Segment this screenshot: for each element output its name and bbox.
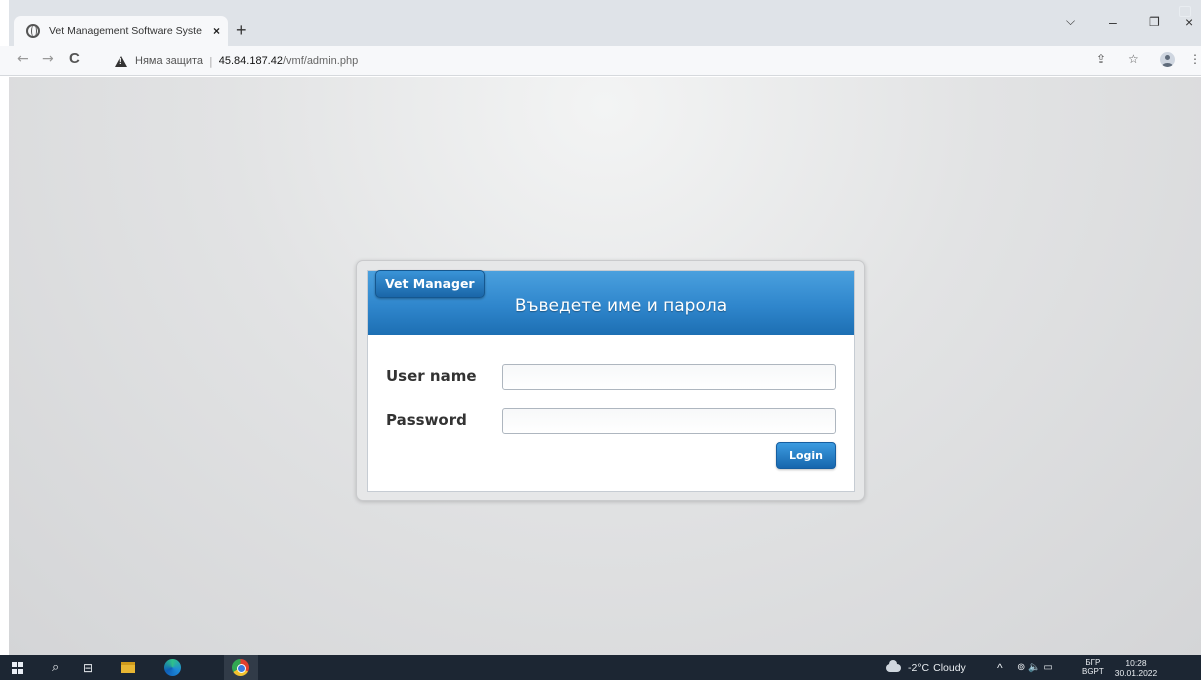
windows-start-icon[interactable]	[12, 662, 24, 674]
url-path[interactable]: /vmf/admin.php	[283, 55, 358, 67]
brand-badge: Vet Manager	[375, 270, 485, 298]
profile-avatar-icon[interactable]	[1160, 52, 1175, 67]
clock-date: 30.01.2022	[1114, 668, 1158, 678]
username-input[interactable]	[502, 364, 836, 390]
url-host[interactable]: 45.84.187.42	[219, 55, 283, 67]
login-form: Vet Manager Въведете име и парола User n…	[367, 270, 855, 492]
tray-status-icons[interactable]: ⊚ 🔈 ▭	[1017, 655, 1053, 680]
restore-button[interactable]: ❐	[1149, 15, 1160, 29]
address-bar[interactable]: Няма защита | 45.84.187.42 /vmf/admin.ph…	[103, 51, 1133, 71]
tray-chevron-icon[interactable]: ^	[997, 655, 1003, 680]
browser-tab[interactable]: Vet Management Software Syste ×	[14, 16, 228, 46]
task-view-icon[interactable]: ⊟	[83, 655, 93, 680]
username-label: User name	[386, 367, 477, 385]
file-explorer-icon[interactable]	[121, 662, 135, 673]
windows-taskbar: ⌕ ⊟ -2°C Cloudy ^ ⊚ 🔈 ▭ БГР BGPT 10:28 3…	[0, 655, 1201, 680]
clock-time: 10:28	[1125, 658, 1147, 668]
reload-button[interactable]: C	[69, 50, 80, 67]
chrome-browser-icon[interactable]	[232, 659, 249, 676]
edge-browser-icon[interactable]	[164, 659, 181, 676]
forward-button[interactable]: →	[42, 51, 54, 67]
password-input[interactable]	[502, 408, 836, 434]
new-tab-button[interactable]: +	[236, 20, 247, 41]
minimize-button[interactable]: –	[1109, 14, 1117, 30]
address-separator: |	[209, 54, 213, 68]
window-left-edge	[0, 0, 9, 655]
language-code: БГР	[1085, 658, 1101, 667]
password-label: Password	[386, 411, 467, 429]
browser-menu-icon[interactable]: ⋮	[1189, 52, 1201, 66]
weather-temp: -2°C	[908, 661, 930, 674]
login-header: Vet Manager Въведете име и парола	[368, 270, 854, 335]
weather-widget[interactable]: -2°C Cloudy	[886, 655, 966, 680]
tab-title: Vet Management Software Syste	[49, 25, 202, 37]
system-clock[interactable]: 10:28 30.01.2022	[1109, 658, 1163, 678]
security-status[interactable]: Няма защита	[135, 55, 203, 67]
tab-search-icon[interactable]: ⌵	[1066, 14, 1075, 29]
globe-icon	[26, 24, 40, 38]
keyboard-layout: BGPT	[1082, 667, 1104, 676]
tab-close-icon[interactable]: ×	[213, 24, 220, 38]
language-indicator[interactable]: БГР BGPT	[1082, 658, 1104, 676]
share-icon[interactable]: ⇪	[1096, 52, 1106, 66]
login-button[interactable]: Login	[776, 442, 836, 469]
login-title: Въведете име и парола	[514, 296, 728, 316]
cloud-icon	[886, 659, 901, 672]
notification-center-icon[interactable]	[1179, 6, 1191, 17]
login-panel: Vet Manager Въведете име и парола User n…	[356, 260, 865, 501]
weather-text: Cloudy	[933, 661, 966, 674]
bookmark-star-icon[interactable]: ☆	[1128, 52, 1139, 66]
back-button[interactable]: ←	[17, 51, 29, 67]
warning-icon[interactable]	[115, 55, 127, 67]
search-icon[interactable]: ⌕	[52, 655, 59, 680]
